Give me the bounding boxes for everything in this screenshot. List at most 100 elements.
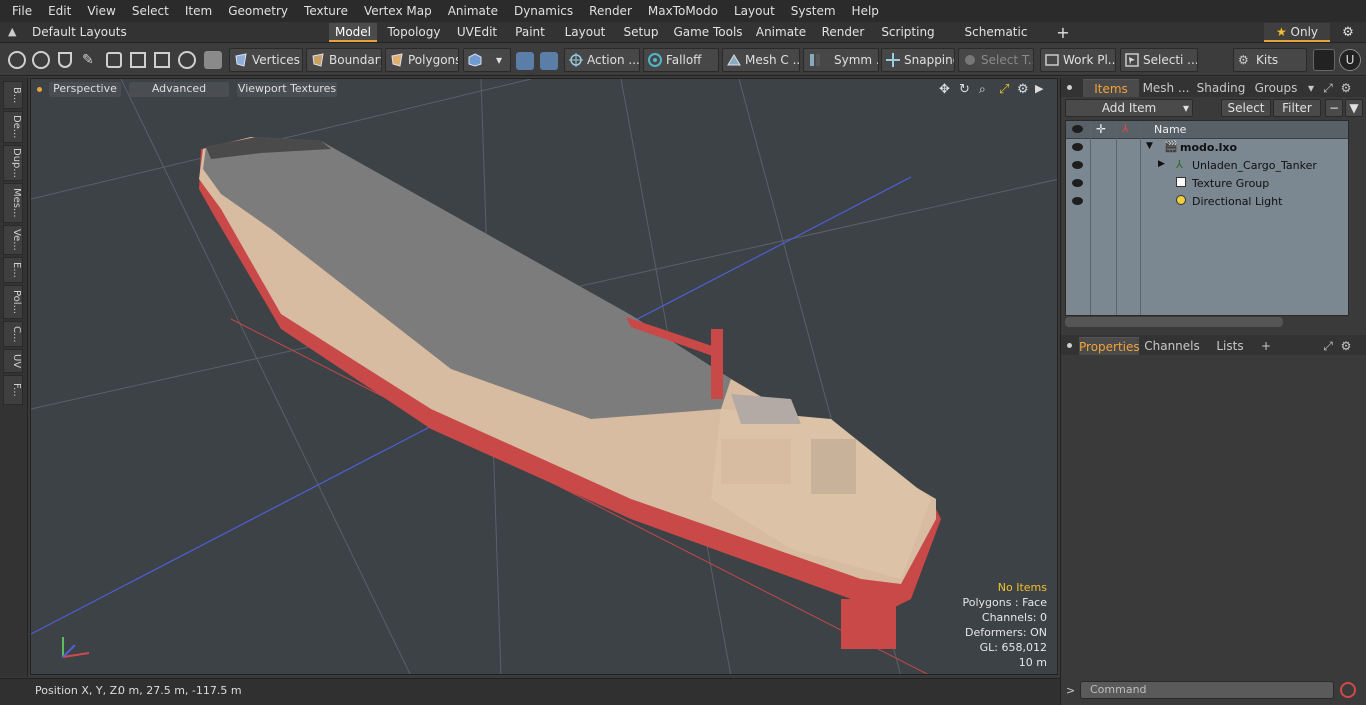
mesh-constraint-button[interactable]: Mesh C ... [722,48,800,72]
menu-select[interactable]: Select [124,0,177,22]
tab-render[interactable]: Render [817,23,869,42]
panel-gear-icon[interactable]: ⚙ [1339,79,1353,97]
advanced-button[interactable]: Advanced [129,82,229,97]
rotate-view-icon[interactable]: ↻ [959,82,975,98]
symmetry-button[interactable]: Symm ... [803,48,879,72]
boundary-button[interactable]: Boundary [306,48,382,72]
falloff-button[interactable]: Falloff [643,48,719,72]
name-column-header[interactable]: Name [1154,123,1186,136]
expand-triangle-icon[interactable]: ▼ [1146,141,1153,151]
tree-row-mesh[interactable]: ▶ ⅄ Unladen_Cargo_Tanker [1066,157,1348,175]
tab-basic[interactable]: B... [3,81,23,109]
visibility-eye-icon[interactable] [1072,197,1083,205]
tab-properties[interactable]: Properties [1079,337,1140,355]
tab-uvedit[interactable]: UVEdit [452,23,502,42]
visibility-eye-icon[interactable] [1072,143,1083,151]
tab-items[interactable]: Items [1083,79,1139,97]
brush-icon[interactable]: ✎ [82,52,96,68]
zoom-icon[interactable]: ⌕ [979,82,995,98]
record-macro-icon[interactable] [1340,682,1356,698]
tab-scripting[interactable]: Scripting [876,23,940,42]
unreal-icon[interactable]: U [1339,49,1361,71]
visibility-header-icon[interactable] [1072,125,1083,133]
menu-animate[interactable]: Animate [440,0,506,22]
tabs-dropdown-icon[interactable]: ▾ [1305,79,1317,97]
menu-layout[interactable]: Layout [726,0,783,22]
tab-polygon[interactable]: Pol... [3,285,23,319]
menu-geometry[interactable]: Geometry [220,0,296,22]
box-select-icon[interactable] [154,52,170,68]
tab-paint[interactable]: Paint [508,23,552,42]
properties-gear-icon[interactable]: ⚙ [1339,337,1353,355]
play-arrow-icon[interactable]: ▶ [1035,82,1047,98]
tree-row-scene[interactable]: ▼ 🎬 modo.lxo [1066,139,1348,157]
work-plane-button[interactable]: Work Pl... [1040,48,1116,72]
panel-menu-dot-icon[interactable] [1067,85,1072,90]
tab-lists[interactable]: Lists [1207,337,1253,355]
visibility-eye-icon[interactable] [1072,161,1083,169]
tab-layout[interactable]: Layout [559,23,611,42]
tab-model[interactable]: Model [329,23,377,42]
funnel-icon[interactable]: ▼ [1345,99,1363,117]
viewport-menu-dot-icon[interactable] [37,87,42,92]
tab-game-tools[interactable]: Game Tools [671,23,745,42]
menu-help[interactable]: Help [844,0,887,22]
tab-groups[interactable]: Groups [1251,79,1301,97]
rotate-select-icon[interactable] [178,51,196,69]
collapse-triangle-icon[interactable]: ▶ [1158,159,1165,169]
tab-uv[interactable]: UV [3,349,23,373]
polygons-button[interactable]: Polygons [385,48,459,72]
horizontal-scrollbar[interactable] [1065,317,1283,327]
maximize-icon[interactable]: ⤢ [999,82,1015,98]
kits-button[interactable]: ⚙ Kits [1233,48,1307,72]
tree-row-light[interactable]: Directional Light [1066,193,1348,211]
lasso-icon[interactable] [58,52,72,68]
tab-mesh-edit[interactable]: Mes... [3,183,23,223]
tab-channels[interactable]: Channels [1143,337,1201,355]
tab-topology[interactable]: Topology [382,23,446,42]
snapping-button[interactable]: Snapping [881,48,955,72]
default-layouts-menu[interactable]: Default Layouts ▾ [32,23,132,58]
3d-viewport[interactable]: Perspective Advanced Viewport Textures ✥… [30,78,1058,675]
tab-deform[interactable]: De... [3,111,23,143]
tree-row-texture-group[interactable]: Texture Group [1066,175,1348,193]
material-dropdown[interactable]: ▾ [463,48,511,72]
collapse-icon[interactable]: − [1325,99,1343,117]
menu-edit[interactable]: Edit [40,0,79,22]
select-circle-icon[interactable] [8,51,26,69]
lock-header-icon[interactable]: ✛ [1096,122,1106,136]
tab-vertex[interactable]: Ve... [3,225,23,255]
tab-curve[interactable]: C... [3,321,23,347]
viewport-textures-button[interactable]: Viewport Textures [237,82,337,97]
select-through-button[interactable]: Select T... [958,48,1034,72]
add-tab-icon[interactable]: + [1053,23,1073,42]
menu-file[interactable]: File [4,0,40,22]
tab-setup[interactable]: Setup [618,23,664,42]
gear-icon[interactable]: ⚙ [1338,23,1358,42]
menu-item[interactable]: Item [177,0,220,22]
only-toggle[interactable]: ★ Only [1264,23,1330,42]
tab-fusion[interactable]: F... [3,375,23,405]
add-panel-tab-icon[interactable]: + [1259,337,1273,355]
element-move-icon[interactable] [130,52,146,68]
paint-select-icon[interactable] [106,52,122,68]
add-item-button[interactable]: Add Item ▾ [1065,99,1193,117]
tab-mesh[interactable]: Mesh ... [1141,79,1191,97]
properties-undock-icon[interactable]: ⤢ [1321,337,1335,355]
filter-button[interactable]: Filter [1273,99,1321,117]
viewport-gear-icon[interactable]: ⚙ [1017,82,1033,98]
menu-vertex-map[interactable]: Vertex Map [356,0,440,22]
menu-dynamics[interactable]: Dynamics [506,0,581,22]
tab-duplicate[interactable]: Dup... [3,145,23,181]
command-input[interactable]: Command [1080,681,1334,699]
menu-render[interactable]: Render [581,0,640,22]
expand-arrow-icon[interactable]: ▲ [8,25,20,39]
pan-icon[interactable]: ✥ [939,82,955,98]
perspective-button[interactable]: Perspective [49,82,121,97]
menu-system[interactable]: System [783,0,844,22]
vertices-button[interactable]: Vertices [229,48,303,72]
undock-icon[interactable]: ⤢ [1321,79,1335,97]
menu-view[interactable]: View [79,0,123,22]
visibility-eye-icon[interactable] [1072,179,1083,187]
globe-icon[interactable] [32,51,50,69]
